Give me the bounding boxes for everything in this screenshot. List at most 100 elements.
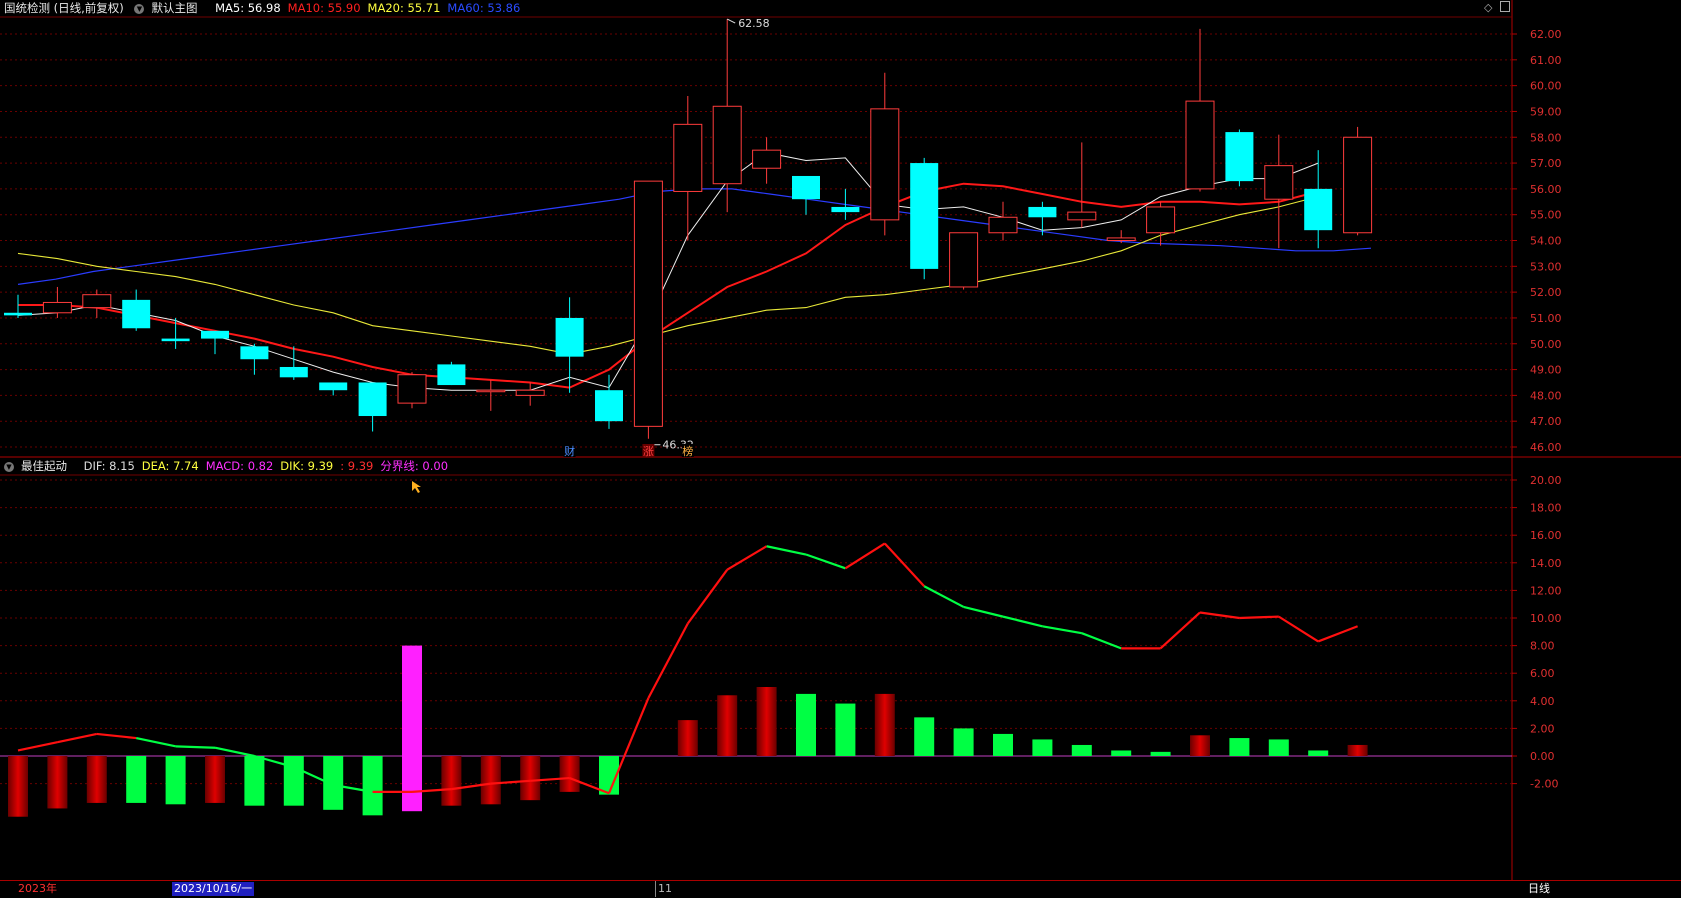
macd-bar [1111,750,1132,756]
candle-body-down [161,338,190,342]
dif-segment [1042,625,1082,635]
macd-axis-label: 6.00 [1530,667,1555,680]
price-axis-label: 57.00 [1530,157,1562,170]
candle-body-up [1343,136,1373,234]
signal-bar [402,645,422,756]
macd-bar [835,703,856,756]
candle-body-down [437,364,466,386]
dif-segment [214,746,255,758]
macd-bar [874,693,895,756]
candle-body-up [515,389,545,396]
candle-body-up [633,180,663,427]
high-pointer [726,18,736,24]
time-axis-bar: 2023年 2023/10/16/一 11 日线 [0,880,1681,898]
event-marker[interactable]: 涨 [642,444,655,458]
macd-bar [205,756,225,803]
candle-body-down [1304,188,1333,231]
price-axis-label: 60.00 [1530,80,1562,93]
chart-canvas[interactable]: 62.00 61.00 60.00 59.00 58.00 57.00 56.00 55.00… [0,0,1681,897]
macd-bar [1229,738,1250,756]
dif-segment [805,553,846,570]
candle-body-down [319,382,348,391]
macd-axis-label: 12.00 [1530,584,1562,597]
candle-body-down [240,346,269,360]
dif-segment [1317,625,1358,643]
macd-bar [126,756,147,803]
macd-bar [86,756,107,803]
price-axis-label: 48.00 [1530,389,1562,402]
macd-bar [520,756,541,801]
candle-body-up [397,374,427,404]
macd-axis-label: -2.00 [1530,778,1558,791]
candle-body-up [1185,100,1215,190]
price-axis-label: 46.00 [1530,441,1562,454]
dif-segment [135,736,176,748]
event-marker-label: 榜 [682,444,693,458]
price-axis-label: 59.00 [1530,105,1562,118]
macd-axis-label: 2.00 [1530,722,1555,735]
macd-axis-label: 10.00 [1530,612,1562,625]
macd-axis-label: 16.00 [1530,529,1562,542]
dif-segment [57,732,98,744]
macd-bar [1347,744,1368,756]
candle-body-down [358,382,387,417]
candle-body-up [1106,237,1136,241]
macd-bar [559,756,580,792]
macd-bar [244,756,265,806]
price-axis-label: 47.00 [1530,415,1562,428]
dif-segment [686,569,729,625]
price-axis-label: 58.00 [1530,131,1562,144]
candle-body-down [201,330,229,339]
macd-axis-label: 20.00 [1530,474,1562,487]
price-axis-label: 54.00 [1530,235,1562,248]
candle-body-up [949,232,979,288]
macd-bar [677,720,698,756]
price-axis-label: 50.00 [1530,338,1562,351]
macd-bar [47,756,68,809]
dif-segment [963,605,1004,618]
macd-axis-label: 0.00 [1530,750,1555,763]
macd-axis-label: 18.00 [1530,502,1562,515]
candle-body-up [870,108,900,221]
candle-body-up [1146,206,1176,234]
dif-segment [923,585,965,608]
cursor-date-label: 2023/10/16/一 [172,882,255,896]
ma60-line [17,188,1372,285]
candle-body-down [831,206,860,213]
candle-body-down [595,390,623,422]
dif-segment [1239,615,1279,620]
price-axis-label: 51.00 [1530,312,1562,325]
macd-bar [362,756,383,816]
period-button[interactable]: 日线 [1528,881,1588,897]
price-axis-label: 55.00 [1530,209,1562,222]
price-axis-label: 49.00 [1530,364,1562,377]
macd-bar [441,756,462,806]
macd-bar [717,695,738,756]
price-axis-label: 61.00 [1530,54,1562,67]
event-marker[interactable]: 财 [563,444,576,458]
event-marker-label: 涨 [643,445,654,458]
macd-bar [1032,739,1053,756]
macd-axis-label: 4.00 [1530,695,1555,708]
candle-body-down [4,312,32,316]
candle-body-up [988,216,1018,234]
price-axis-label: 53.00 [1530,260,1562,273]
dif-segment [175,745,216,749]
price-axis-label: 62.00 [1530,28,1562,41]
macd-bar [914,717,935,756]
candle-body-up [673,123,703,192]
macd-bar [165,756,186,805]
ma5-line [17,152,1319,391]
candle-body-up [82,294,112,309]
dif-segment [726,545,768,571]
macd-bar [1190,735,1210,756]
dif-segment [1199,611,1240,620]
price-axis-label: 56.00 [1530,183,1562,196]
month-label: 11 [655,881,672,897]
dif-segment [647,623,689,699]
event-marker[interactable]: 榜 [681,444,694,458]
candle-body-up [476,389,506,393]
candle-body-down [792,175,820,200]
dif-segment [844,542,886,570]
dif-segment [1278,615,1319,643]
